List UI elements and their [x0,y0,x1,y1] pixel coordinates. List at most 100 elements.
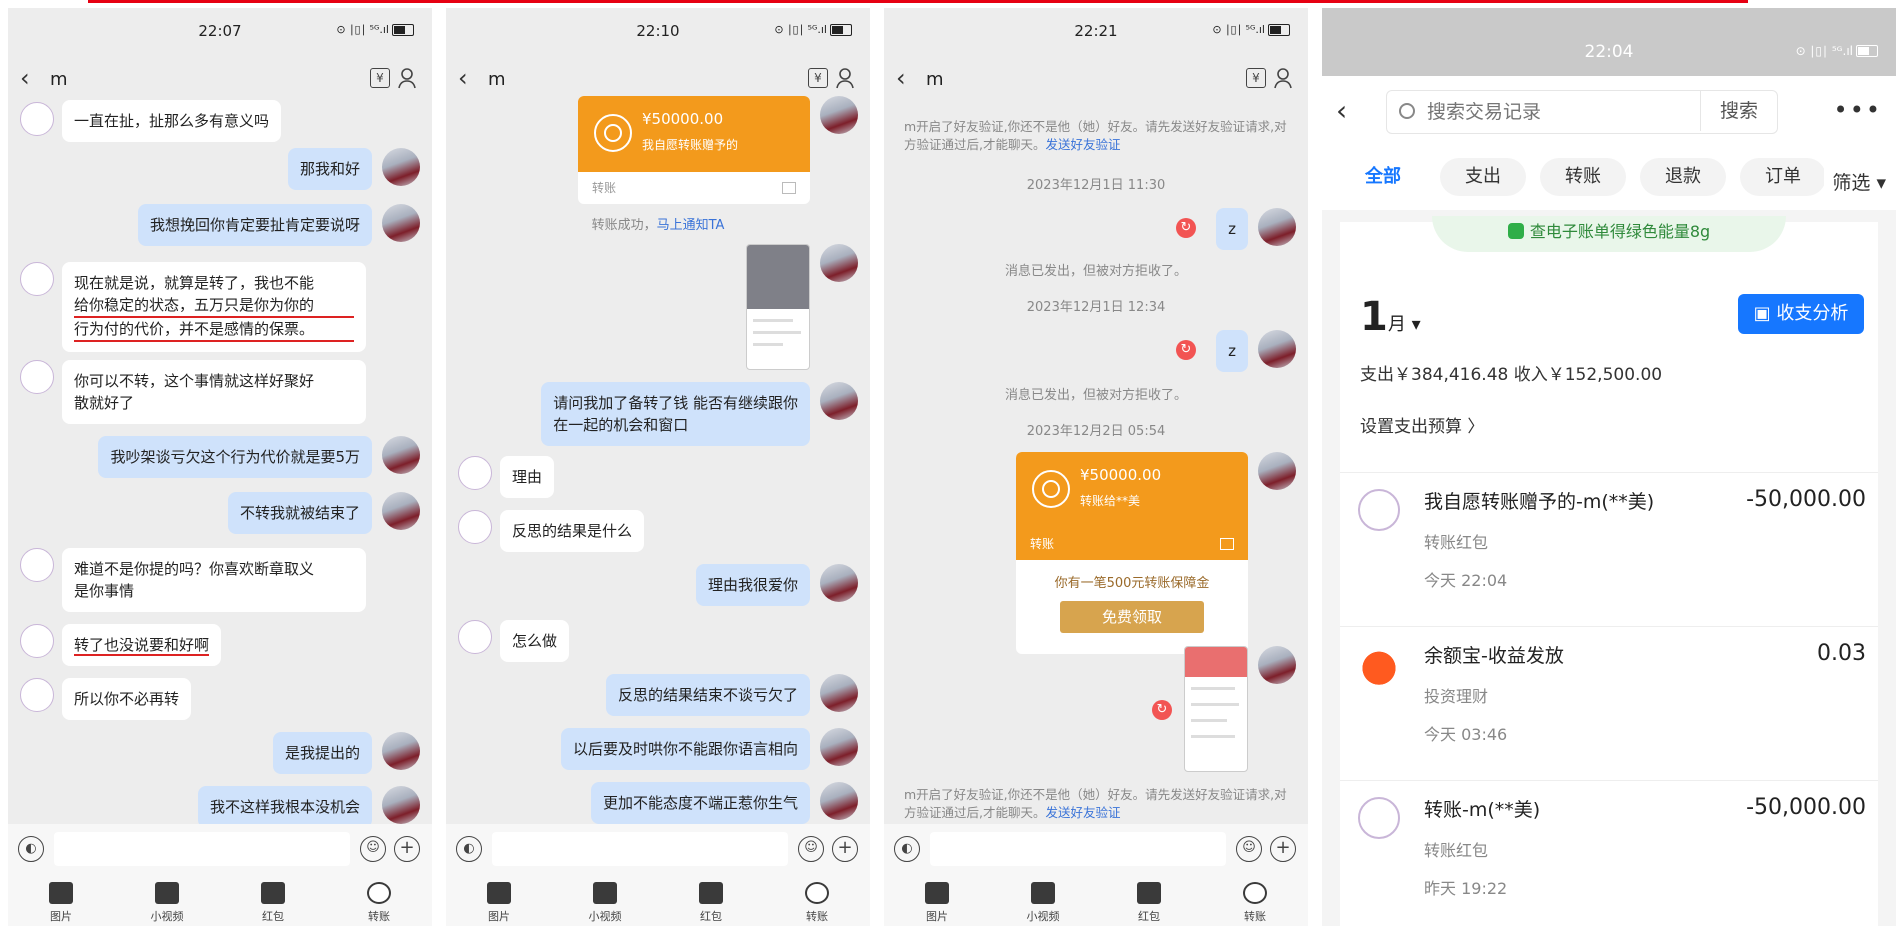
user-icon[interactable] [1274,67,1296,89]
back-icon[interactable]: ‹ [20,64,30,92]
month-selector[interactable]: 1月 ▾ [1360,294,1421,340]
more-icon[interactable]: ••• [1834,96,1882,124]
message-bubble: 我吵架谈亏欠这个行为代价就是要5万 [98,436,372,478]
transfer-card[interactable]: ¥50000.00 我自愿转账赠予的 转账 [578,96,810,204]
user-icon[interactable] [836,67,858,89]
back-icon[interactable]: ‹ [458,64,468,92]
emoji-icon[interactable]: ☺ [360,836,386,862]
chip-expense[interactable]: 支出 [1440,158,1526,196]
video-icon [593,882,617,904]
screenshot-image[interactable] [746,244,810,370]
tool-image[interactable]: 图片 [446,874,552,926]
message-bubble: z [1216,208,1248,250]
chat-toolbar: 图片 小视频 红包 转账 [8,874,432,926]
message-bubble: 是我提出的 [272,732,372,774]
filter-chips: 全部 支出 转账 退款 订单 筛选 ▾ [1322,146,1896,210]
message-bubble: 反思的结果是什么 [500,510,645,552]
message-bubble: 请问我加了备转了钱 能否有继续跟你 在一起的机会和窗口 [541,382,810,446]
message-bubble: 所以你不必再转 [62,678,192,720]
chat-screen-2: 22:10 ⊙ ∣▯∣ ⁵ᴳ.ıl ‹ m ¥ ¥50000.00 我自愿转账赠予… [446,8,870,926]
resend-icon[interactable]: ↻ [1152,700,1172,720]
screenshot-image[interactable] [1184,646,1248,772]
transfer-desc: 我自愿转账赠予的 [642,138,739,152]
filter-button[interactable]: 筛选 ▾ [1824,168,1886,195]
transaction-row[interactable]: 转账-m(**美) 转账红包 昨天 19:22 -50,000.00 [1340,780,1878,926]
plus-icon[interactable]: + [1270,836,1296,862]
emoji-icon[interactable]: ☺ [1236,836,1262,862]
back-icon[interactable]: ‹ [1336,94,1347,127]
message-input[interactable] [54,832,350,866]
emoji-icon[interactable]: ☺ [798,836,824,862]
tool-video[interactable]: 小视频 [990,874,1096,926]
claim-button[interactable]: 免费领取 [1060,601,1204,633]
message-bubble: 以后要及时哄你不能跟你语言相向 [560,728,810,770]
transfer-amount: ¥50000.00 [642,110,724,128]
tool-red-packet[interactable]: 红包 [220,874,326,926]
message-bubble: 那我和好 [287,148,372,190]
chip-refund[interactable]: 退款 [1640,158,1726,196]
contact-name: m [488,69,506,90]
battery-icon [830,23,852,36]
tool-red-packet[interactable]: 红包 [1096,874,1202,926]
tool-transfer[interactable]: 转账 [764,874,870,926]
transfer-icon[interactable]: ¥ [808,68,828,88]
message-input[interactable] [492,832,788,866]
my-avatar [1258,330,1296,368]
tool-transfer[interactable]: 转账 [1202,874,1308,926]
transaction-ledger-screen: 22:04 ⊙ ∣▯∣ ⁵ᴳ.ıl ‹ 搜索 ••• 全部 支出 转账 退款 订… [1322,8,1896,926]
my-avatar [820,728,858,766]
input-bar: ◐ ☺ + [446,824,870,874]
chat-header: ‹ m ¥ [884,54,1308,104]
send-verify-link[interactable]: 发送好友验证 [1045,805,1120,820]
analysis-button[interactable]: ▣ 收支分析 [1738,294,1864,334]
tool-video[interactable]: 小视频 [552,874,658,926]
transfer-icon[interactable]: ¥ [1246,68,1266,88]
contact-avatar [458,510,492,544]
battery-icon [1856,45,1878,57]
message-bubble: 怎么做 [500,620,570,662]
search-button[interactable]: 搜索 [1700,91,1777,131]
chart-icon: ▣ [1753,303,1777,324]
transfer-coin-icon [1243,882,1267,904]
user-icon[interactable] [398,67,420,89]
resend-icon[interactable]: ↻ [1176,340,1196,360]
my-avatar [382,204,420,242]
video-icon [1031,882,1055,904]
tool-image[interactable]: 图片 [8,874,114,926]
back-icon[interactable]: ‹ [896,64,906,92]
message-list: m开启了好友验证,你还不是他（她）好友。请先发送好友验证请求,对方验证通过后,才… [884,104,1308,824]
leaf-icon [1507,223,1524,239]
transfer-card[interactable]: ¥50000.00 转账给**美 转账 你有一笔500元转账保障金 免费领取 [1016,452,1248,654]
plus-icon[interactable]: + [832,836,858,862]
transfer-type-icon [1220,538,1234,550]
tool-transfer[interactable]: 转账 [326,874,432,926]
transaction-row[interactable]: 我自愿转账赠予的-m(**美) 转账红包 今天 22:04 -50,000.00 [1340,472,1878,627]
tool-video[interactable]: 小视频 [114,874,220,926]
voice-icon[interactable]: ◐ [456,836,482,862]
transfer-icon[interactable]: ¥ [370,68,390,88]
chip-transfer[interactable]: 转账 [1540,158,1626,196]
search-input[interactable] [1425,91,1669,133]
my-avatar [820,244,858,282]
send-verify-link[interactable]: 发送好友验证 [1045,137,1120,152]
status-icons: ⊙ ∣▯∣ ⁵ᴳ.ıl [1796,44,1878,58]
friend-verify-notice: m开启了好友验证,你还不是他（她）好友。请先发送好友验证请求,对方验证通过后,才… [904,119,1287,152]
contact-avatar [20,548,54,582]
chip-order[interactable]: 订单 [1740,158,1826,196]
voice-icon[interactable]: ◐ [894,836,920,862]
plus-icon[interactable]: + [394,836,420,862]
resend-icon[interactable]: ↻ [1176,218,1196,238]
notify-link[interactable]: 马上通知TA [657,218,725,233]
transfer-desc: 转账给**美 [1080,494,1141,508]
tool-image[interactable]: 图片 [884,874,990,926]
transfer-coin-icon [594,114,632,152]
chip-all[interactable]: 全部 [1340,158,1426,196]
voice-icon[interactable]: ◐ [18,836,44,862]
budget-link[interactable]: 设置支出预算 〉 [1360,412,1484,437]
transaction-row[interactable]: 余额宝-收益发放 投资理财 今天 03:46 0.03 [1340,626,1878,781]
contact-avatar [20,360,54,394]
green-energy-banner[interactable]: 查电子账单得绿色能量8g [1432,216,1786,252]
tool-red-packet[interactable]: 红包 [658,874,764,926]
message-input[interactable] [930,832,1226,866]
contact-avatar [458,456,492,490]
